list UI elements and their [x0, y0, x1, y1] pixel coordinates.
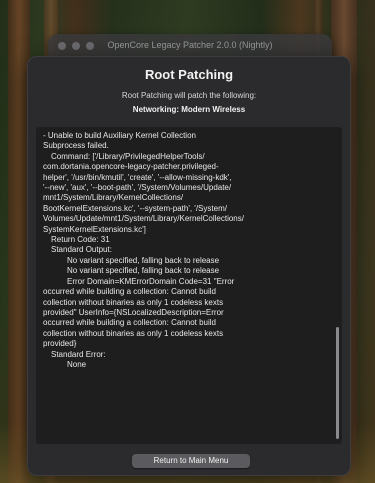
log-line: - Unable to build Auxiliary Kernel Colle… [43, 131, 196, 140]
log-line: com.dortania.opencore-legacy-patcher.pri… [43, 162, 219, 172]
log-line: No variant specified, falling back to re… [67, 255, 220, 265]
log-line: helper', '/usr/bin/kmutil', 'create', '-… [43, 172, 232, 182]
log-line: SystemKernelExtensions.kc'] [43, 224, 146, 234]
log-line: Standard Output: [51, 245, 112, 255]
log-content: - Unable to build Auxiliary Kernel Colle… [43, 131, 324, 370]
log-line: collection without binaries as only 1 co… [43, 328, 224, 338]
sheet-title: Root Patching [144, 67, 234, 82]
log-line: provided" UserInfo={NSLocalizedDescripti… [43, 307, 224, 317]
log-line: Error Domain=KMErrorDomain Code=31 "Erro… [67, 276, 235, 286]
log-scrollbar[interactable] [336, 327, 339, 439]
sheet-subtitle: Root Patching will patch the following: [121, 91, 257, 100]
log-line: mnt1/System/Library/KernelCollections/ [43, 193, 184, 203]
log-line: occurred while building a collection: Ca… [43, 318, 216, 328]
log-line: Standard Error: [51, 349, 106, 359]
log-line: Volumes/Update/mnt1/System/Library/Kerne… [43, 214, 244, 224]
log-line: BootKernelExtensions.kc', '--system-path… [43, 203, 227, 213]
log-line: No variant specified, falling back to re… [67, 266, 220, 276]
log-line: Return Code: 31 [51, 235, 110, 245]
log-line: occurred while building a collection: Ca… [43, 287, 216, 297]
patch-target-label: Networking: Modern Wireless [132, 105, 246, 114]
patch-log-textview[interactable]: - Unable to build Auxiliary Kernel Colle… [36, 127, 342, 444]
window-title: OpenCore Legacy Patcher 2.0.0 (Nightly) [107, 40, 273, 50]
log-line: None [67, 359, 87, 369]
return-to-main-menu-button[interactable]: Return to Main Menu [132, 454, 250, 468]
log-line: Command: ['/Library/PrivilegedHelperTool… [51, 151, 205, 161]
root-patching-sheet: Root Patching Root Patching will patch t… [27, 56, 351, 476]
log-line: provided} [43, 339, 77, 349]
log-line: Subprocess failed. [43, 141, 109, 151]
log-line: collection without binaries as only 1 co… [43, 297, 224, 307]
log-line: '--new', 'aux', '--boot-path', '/System/… [43, 183, 232, 193]
